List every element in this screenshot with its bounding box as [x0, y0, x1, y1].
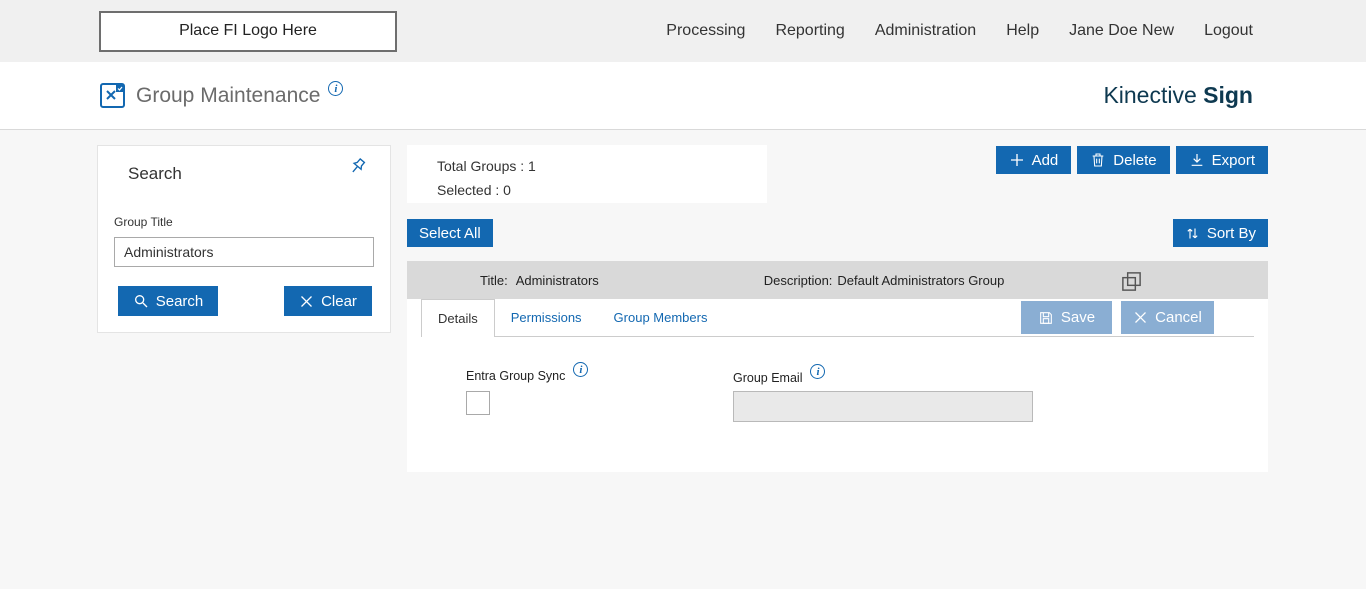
top-nav: Processing Reporting Administration Help…	[666, 22, 1366, 40]
nav-reporting[interactable]: Reporting	[775, 22, 844, 40]
nav-help[interactable]: Help	[1006, 22, 1039, 40]
tab-group-members[interactable]: Group Members	[598, 299, 724, 336]
group-maintenance-icon	[100, 83, 125, 108]
cancel-button-label: Cancel	[1155, 309, 1202, 326]
save-button-label: Save	[1060, 309, 1096, 326]
save-icon	[1040, 311, 1052, 324]
nav-administration[interactable]: Administration	[875, 22, 976, 40]
entra-group-sync-label-text: Entra Group Sync	[466, 369, 566, 383]
group-email-input	[733, 391, 1033, 422]
group-detail-panel: Details Permissions Group Members Save C…	[407, 299, 1268, 472]
group-title-value: Administrators	[515, 272, 599, 288]
fi-logo-text: Place FI Logo Here	[179, 22, 317, 39]
group-description-value: Default Administrators Group	[837, 272, 1005, 288]
group-title-label: Group Title	[114, 215, 173, 229]
group-toolbar: Add Delete Export	[995, 146, 1268, 174]
tab-details[interactable]: Details	[421, 299, 495, 337]
sort-by-button[interactable]: Sort By	[1172, 219, 1268, 247]
download-icon	[1191, 154, 1202, 166]
page-title: Group Maintenance	[136, 83, 321, 107]
group-description-label: Description:	[763, 272, 833, 288]
entra-group-sync-label: Entra Group Sync i	[466, 362, 589, 384]
brand-logo: Kinective Sign	[1103, 82, 1253, 109]
add-button-label: Add	[1031, 151, 1059, 169]
nav-logout[interactable]: Logout	[1204, 22, 1253, 40]
save-button[interactable]: Save	[1021, 301, 1112, 334]
search-icon	[134, 295, 148, 308]
selected-count-text: Selected : 0	[437, 182, 511, 198]
cancel-button[interactable]: Cancel	[1121, 301, 1214, 334]
page-header: Group Maintenance i Kinective Sign	[0, 62, 1366, 130]
search-panel: Search Group Title Search Clear	[97, 145, 391, 333]
cancel-x-icon	[1135, 312, 1147, 323]
summary-box: Total Groups : 1 Selected : 0	[407, 145, 767, 203]
copy-icon[interactable]	[1120, 270, 1143, 293]
group-row[interactable]: Title: Administrators Description: Defau…	[407, 261, 1268, 299]
page-header-left: Group Maintenance i	[99, 81, 344, 109]
brand-bold: Sign	[1203, 82, 1253, 108]
search-panel-title: Search	[128, 164, 182, 183]
page: Place FI Logo Here Processing Reporting …	[0, 0, 1366, 589]
trash-icon	[1092, 153, 1104, 167]
nav-processing[interactable]: Processing	[666, 22, 745, 40]
export-button[interactable]: Export	[1175, 146, 1268, 174]
nav-user-jane-doe-new[interactable]: Jane Doe New	[1069, 22, 1174, 40]
page-title-info-icon[interactable]: i	[328, 81, 344, 96]
select-all-button[interactable]: Select All	[407, 219, 493, 247]
tab-permissions[interactable]: Permissions	[495, 299, 598, 336]
group-title-field-label: Title:	[480, 272, 508, 288]
export-button-label: Export	[1211, 151, 1255, 169]
add-button[interactable]: Add	[995, 146, 1072, 174]
fi-logo-placeholder: Place FI Logo Here	[99, 10, 397, 52]
group-title-input[interactable]	[114, 237, 374, 267]
search-button[interactable]: Search	[118, 286, 218, 316]
clear-button-label: Clear	[321, 292, 357, 310]
pin-icon[interactable]	[342, 152, 373, 183]
clear-button[interactable]: Clear	[284, 286, 372, 316]
x-icon	[301, 295, 313, 307]
total-groups-text: Total Groups : 1	[437, 158, 536, 174]
entra-group-sync-checkbox[interactable]	[466, 391, 490, 415]
plus-icon	[1010, 154, 1023, 166]
sort-by-label: Sort By	[1206, 224, 1256, 242]
main-content: Search Group Title Search Clear	[0, 130, 1366, 589]
group-email-info-icon[interactable]: i	[810, 364, 826, 379]
delete-button-label: Delete	[1113, 151, 1157, 169]
entra-group-sync-info-icon[interactable]: i	[573, 362, 589, 377]
search-button-label: Search	[155, 292, 204, 310]
group-email-label-text: Group Email	[733, 371, 803, 385]
brand-regular: Kinective	[1103, 82, 1197, 108]
group-email-label: Group Email i	[733, 364, 826, 386]
detail-actions: Save Cancel	[1021, 301, 1214, 334]
sort-icon	[1187, 228, 1198, 238]
top-bar: Place FI Logo Here Processing Reporting …	[0, 0, 1366, 62]
delete-button[interactable]: Delete	[1077, 146, 1170, 174]
